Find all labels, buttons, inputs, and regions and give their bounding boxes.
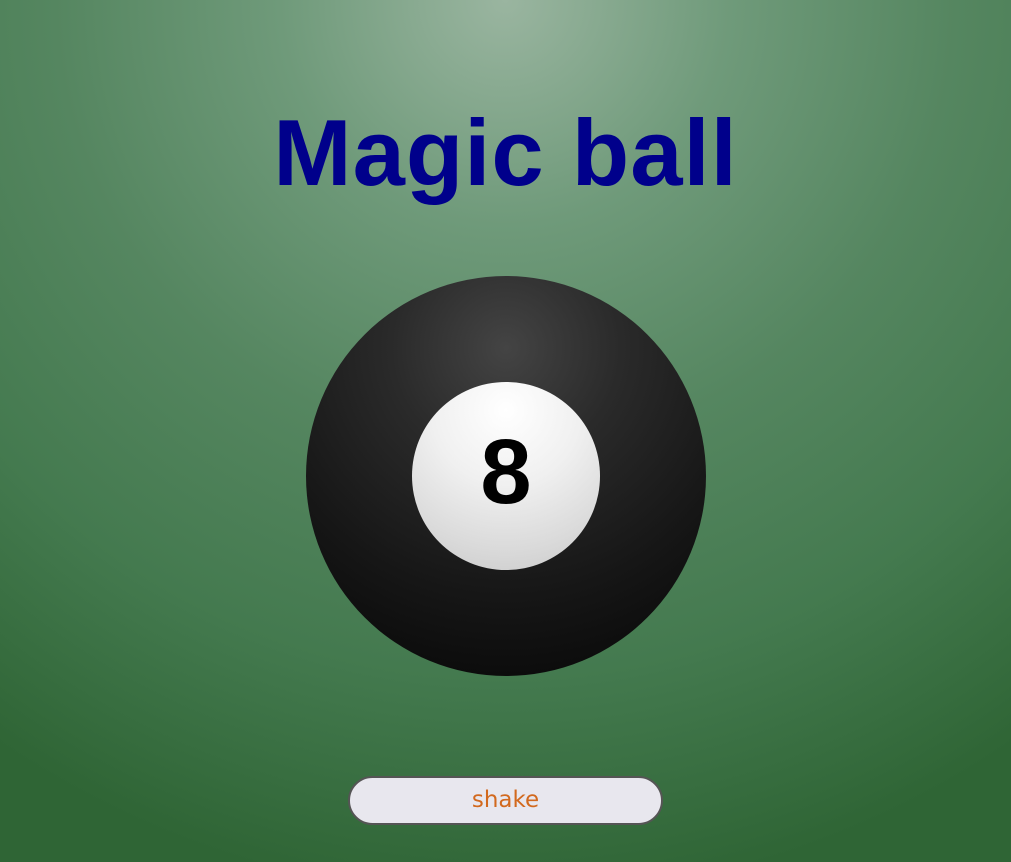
eight-ball-number: 8 bbox=[480, 421, 532, 523]
magic-ball-page: Magic ball 8 shake bbox=[0, 0, 1011, 862]
eight-ball-window: 8 bbox=[412, 382, 600, 570]
eight-ball[interactable]: 8 bbox=[306, 276, 706, 676]
shake-button[interactable]: shake bbox=[348, 776, 663, 825]
page-title: Magic ball bbox=[273, 100, 738, 205]
